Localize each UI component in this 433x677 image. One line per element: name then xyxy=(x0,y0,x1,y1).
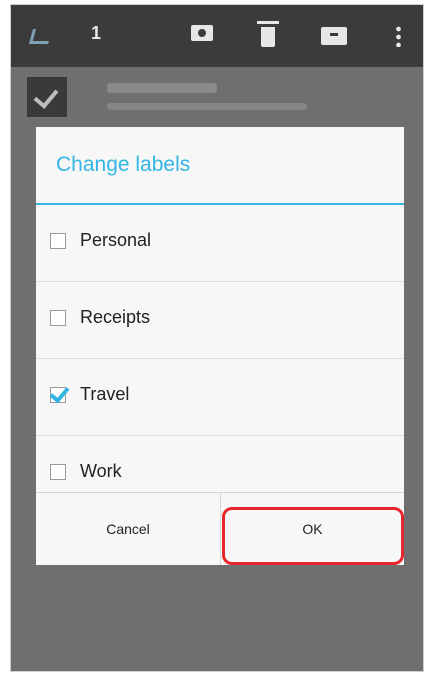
selected-message-checkbox xyxy=(27,77,67,117)
label-item-travel[interactable]: Travel xyxy=(36,359,404,436)
overflow-menu-icon[interactable] xyxy=(396,25,401,47)
cancel-button[interactable]: Cancel xyxy=(36,493,221,565)
label-item-personal[interactable]: Personal xyxy=(36,205,404,282)
message-sender-blurred xyxy=(107,83,217,93)
label-item-text: Work xyxy=(80,461,122,481)
back-icon[interactable] xyxy=(28,29,53,44)
label-list: Personal Receipts Travel Work xyxy=(36,205,404,512)
change-labels-dialog: Change labels Personal Receipts Travel W… xyxy=(36,127,404,565)
label-item-text: Receipts xyxy=(80,307,151,327)
checkbox-receipts[interactable] xyxy=(50,310,66,326)
delete-icon[interactable] xyxy=(257,21,279,47)
ok-button[interactable]: OK xyxy=(221,493,404,565)
selected-count: 1 xyxy=(91,23,102,43)
checkbox-work[interactable] xyxy=(50,464,66,480)
label-item-text: Travel xyxy=(80,384,130,404)
dialog-title: Change labels xyxy=(36,127,404,205)
archive-icon[interactable] xyxy=(321,27,347,45)
label-item-receipts[interactable]: Receipts xyxy=(36,282,404,359)
message-snippet-blurred xyxy=(107,103,307,110)
dialog-button-bar: Cancel OK xyxy=(36,492,404,565)
checkmark-icon xyxy=(49,382,70,404)
checkbox-personal[interactable] xyxy=(50,233,66,249)
checkbox-travel[interactable] xyxy=(49,382,70,404)
label-icon[interactable] xyxy=(191,25,213,41)
action-bar: 1 xyxy=(11,5,423,67)
label-item-text: Personal xyxy=(80,230,152,250)
